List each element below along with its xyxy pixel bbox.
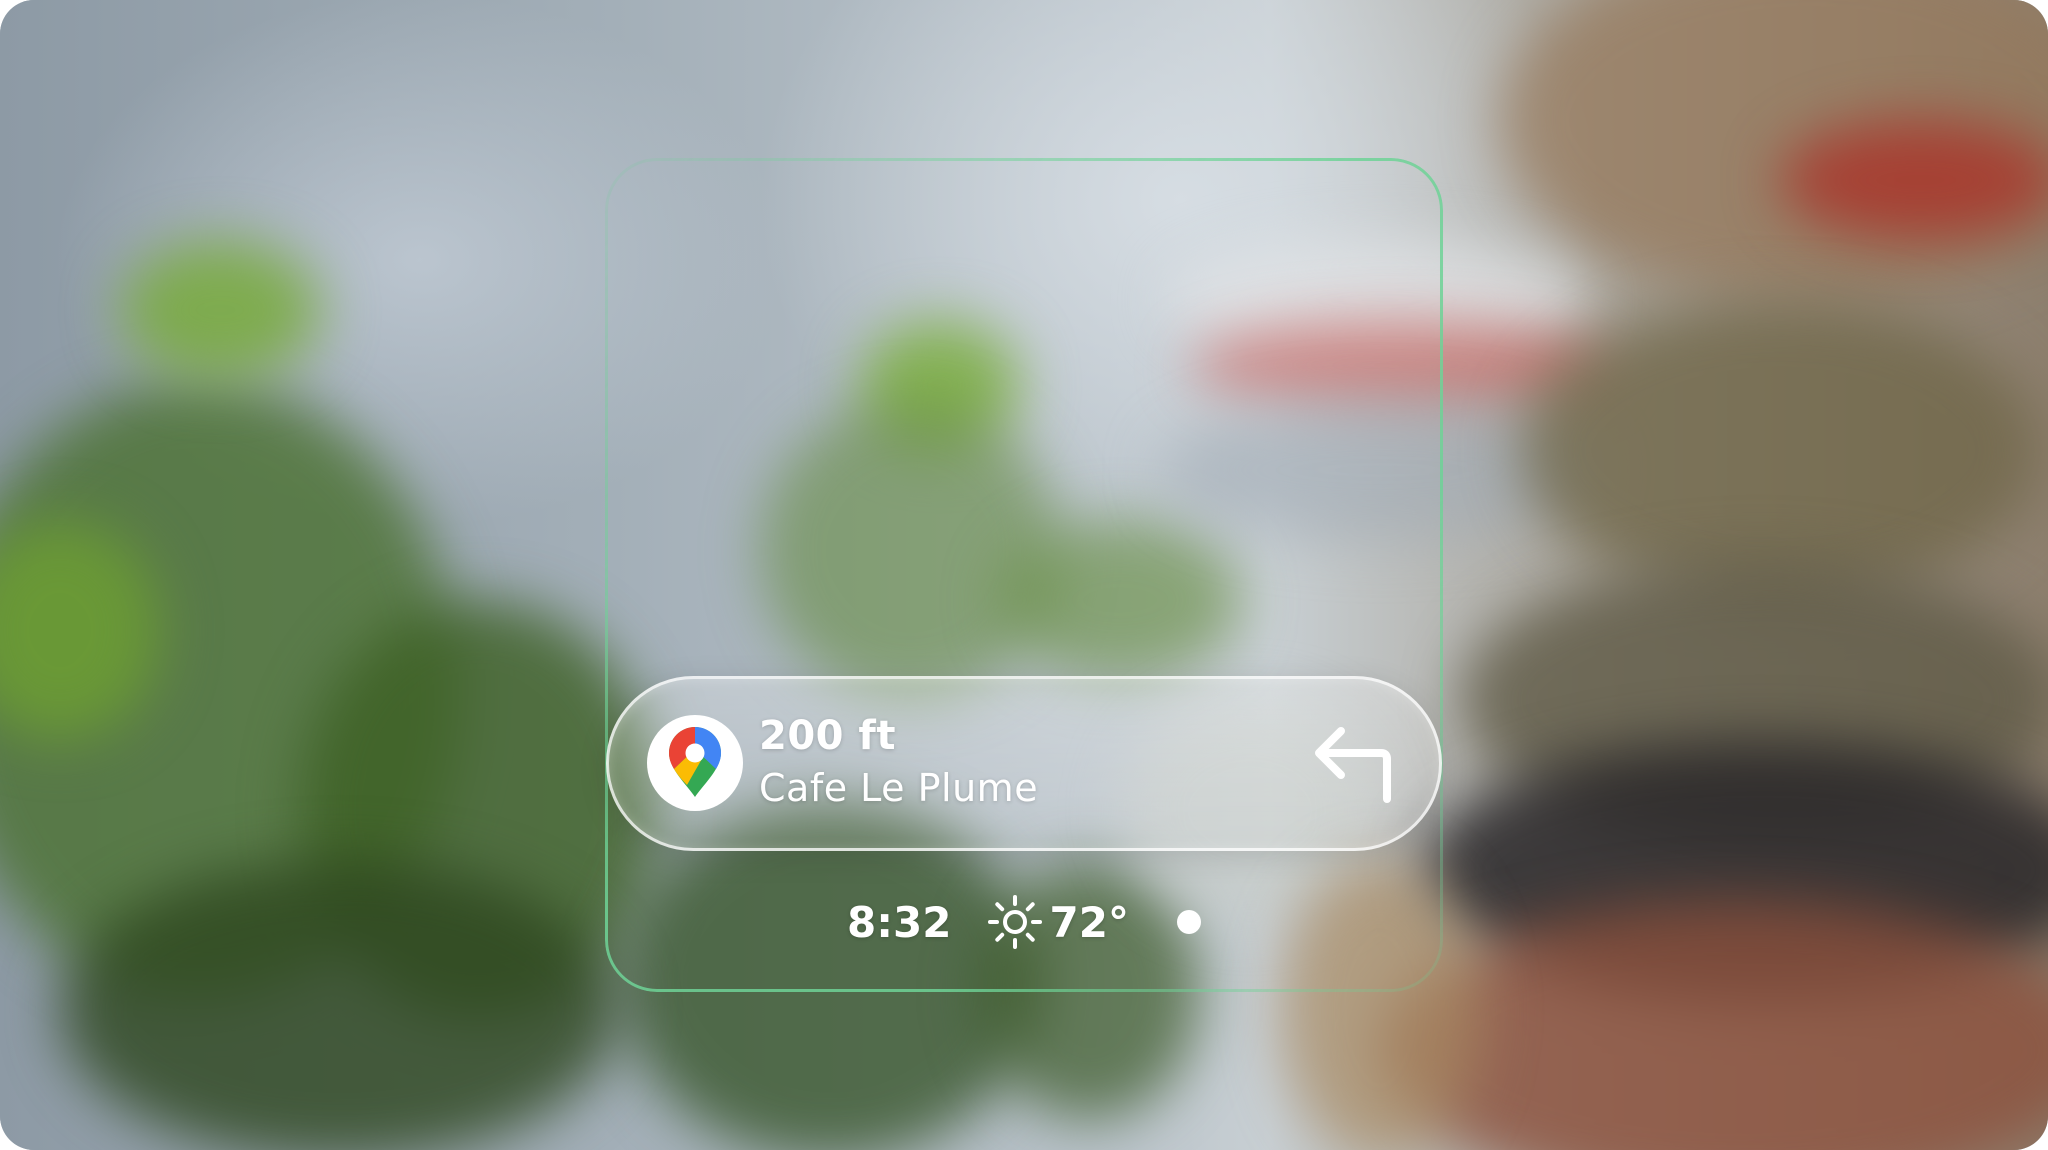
distance-label: 200 ft (759, 713, 896, 759)
sun-icon (987, 895, 1042, 949)
temperature-label: 72° (1049, 897, 1129, 947)
navigation-info: 200 ft Cafe Le Plume (759, 711, 1038, 815)
status-bar: 8:32 72° (606, 888, 1442, 956)
google-maps-icon (647, 715, 743, 811)
hud-frame (605, 158, 1443, 992)
map-pin-icon (669, 727, 721, 797)
clock-time: 8:32 (847, 897, 952, 947)
destination-label: Cafe Le Plume (759, 766, 1039, 810)
navigation-card[interactable]: 200 ft Cafe Le Plume (606, 676, 1442, 851)
dot-indicator (1176, 910, 1201, 934)
turn-left-arrow-icon (1315, 727, 1391, 803)
ar-glasses-view: 200 ft Cafe Le Plume 8:32 72° (0, 0, 2048, 1150)
